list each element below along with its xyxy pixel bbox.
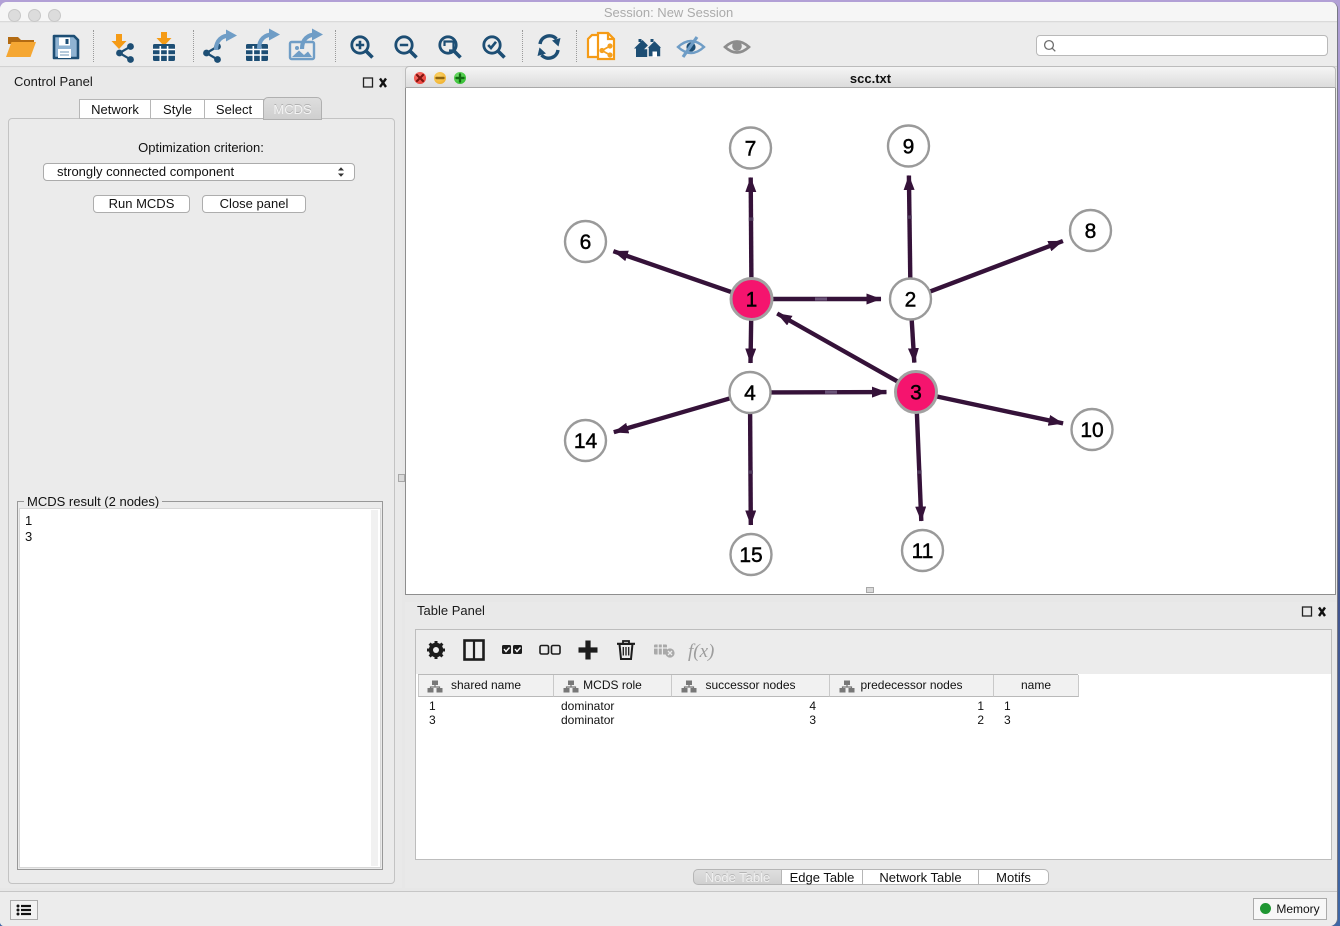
svg-text:15: 15 bbox=[739, 544, 762, 567]
svg-text:8: 8 bbox=[1085, 220, 1097, 243]
svg-text:4: 4 bbox=[744, 382, 756, 405]
svg-text:9: 9 bbox=[903, 136, 915, 159]
svg-text:6: 6 bbox=[580, 231, 592, 254]
svg-text:7: 7 bbox=[745, 138, 757, 161]
svg-text:3: 3 bbox=[910, 382, 922, 405]
svg-text:f(x): f(x) bbox=[688, 641, 714, 662]
svg-text:11: 11 bbox=[912, 540, 934, 563]
svg-text:14: 14 bbox=[574, 430, 598, 453]
svg-text:1: 1 bbox=[746, 289, 758, 312]
svg-text:10: 10 bbox=[1080, 419, 1103, 442]
svg-text:2: 2 bbox=[905, 289, 917, 312]
